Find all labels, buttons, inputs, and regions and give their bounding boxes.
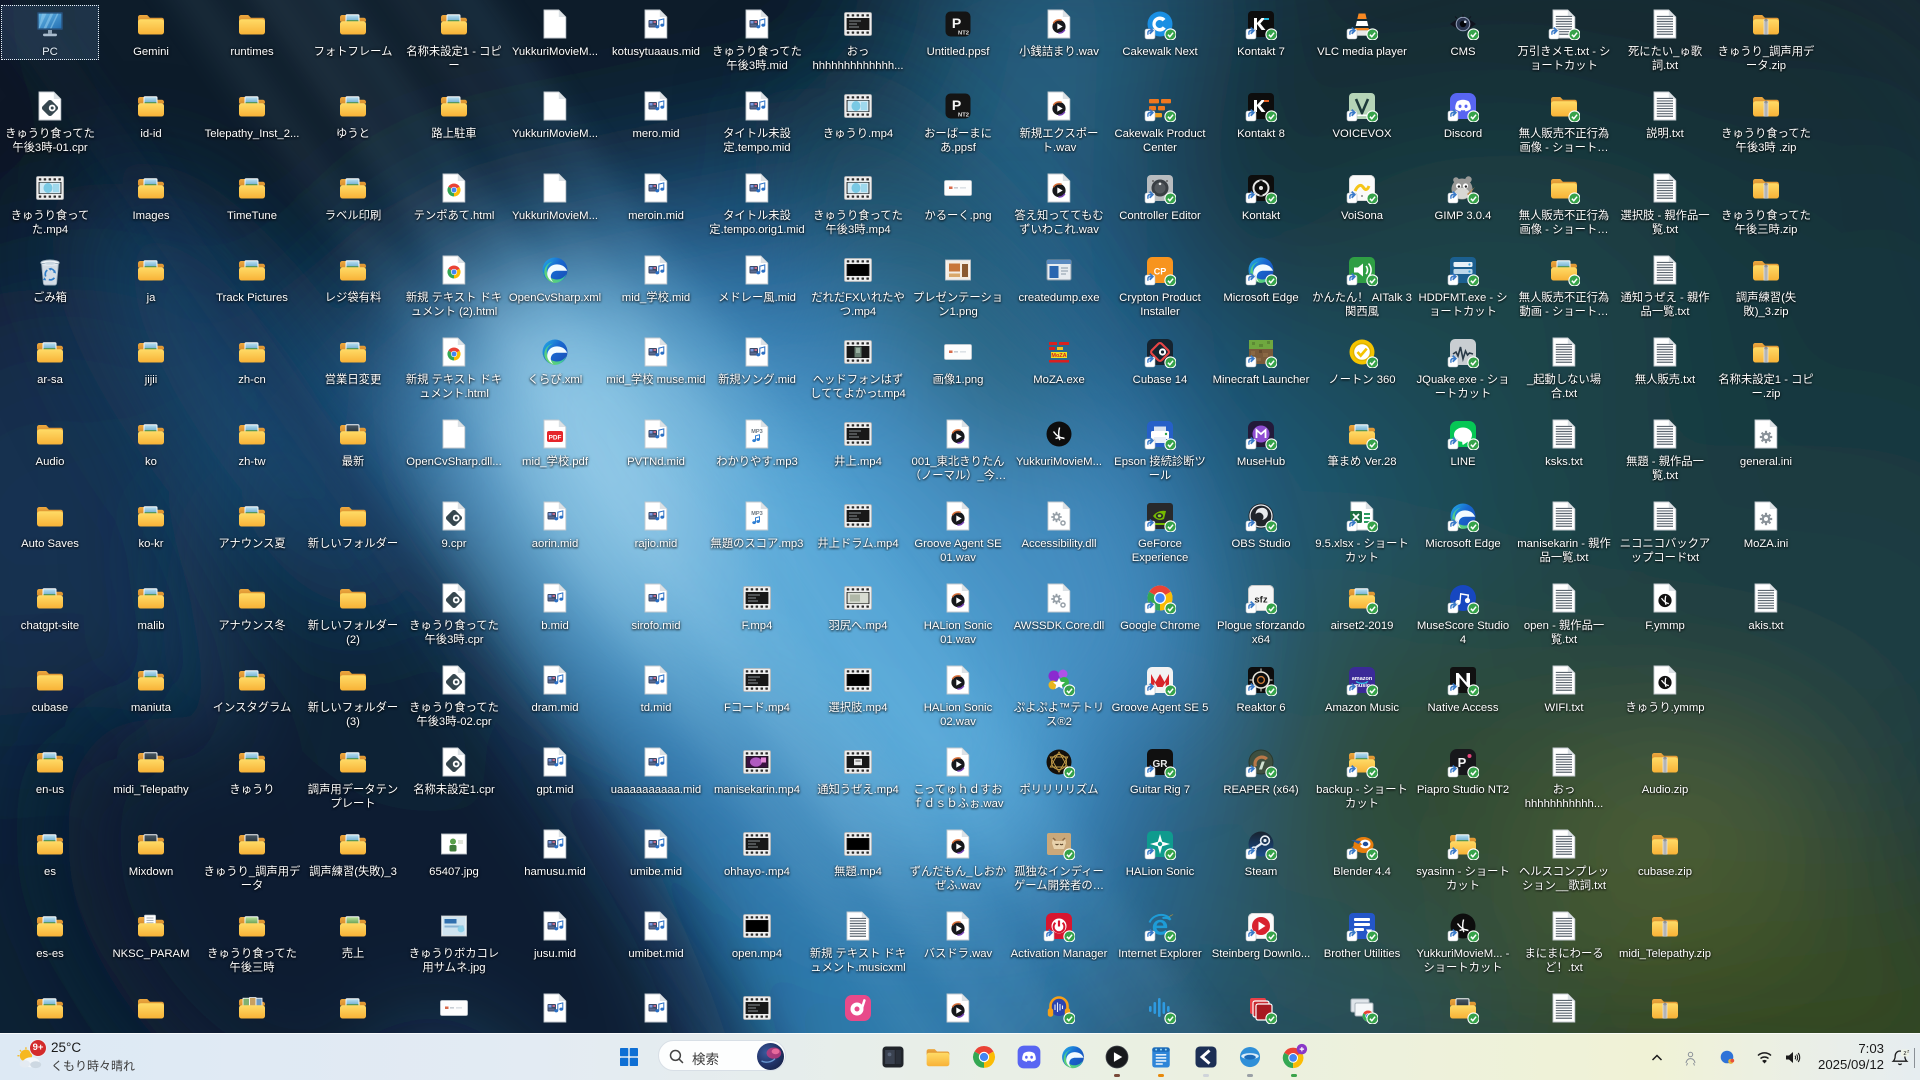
svg-text:z: z [1907,1049,1910,1054]
